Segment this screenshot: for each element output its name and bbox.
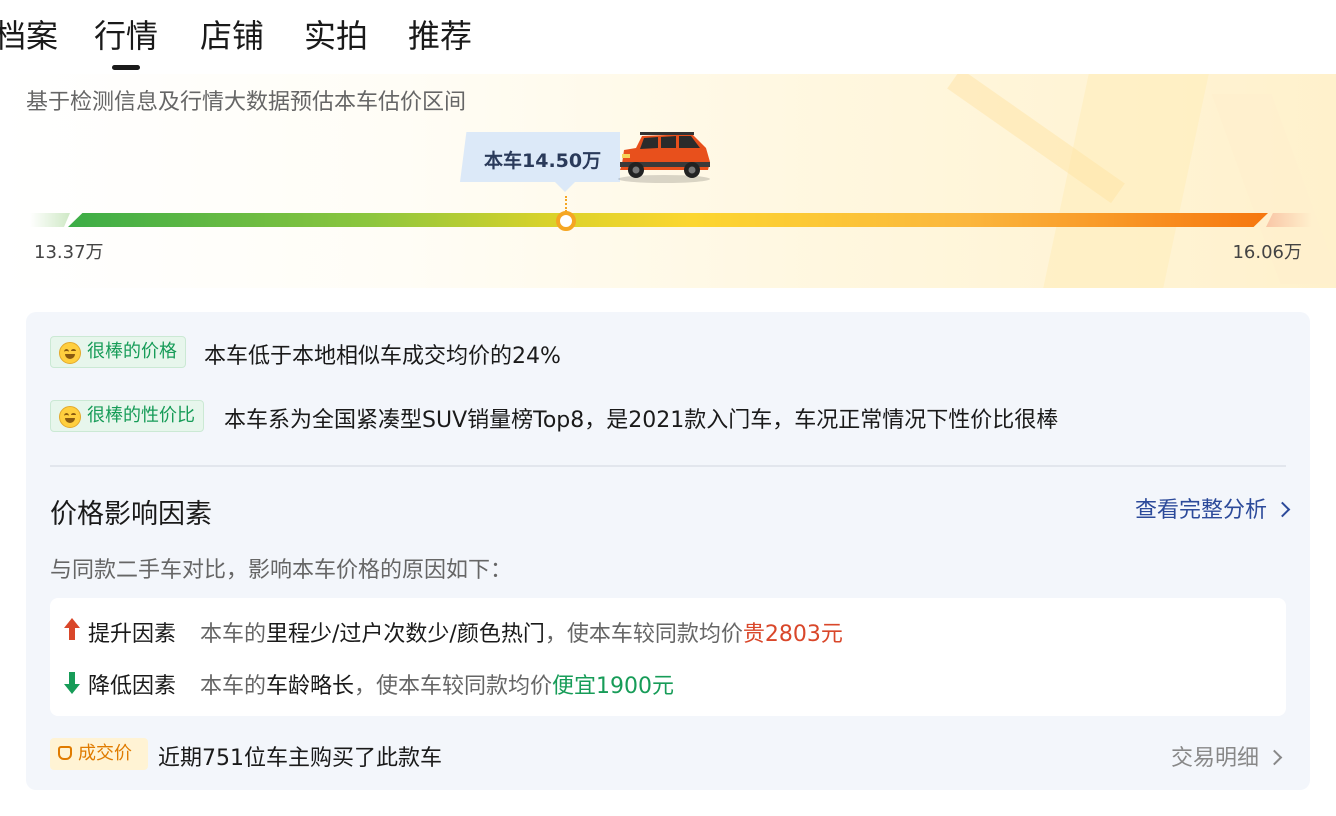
chevron-right-icon	[1266, 749, 1283, 766]
factor-middle: ，使本车较同款均价	[544, 622, 743, 647]
range-min-price: 13.37万	[34, 242, 104, 263]
smile-emoji-icon	[59, 342, 81, 364]
background-decoration	[1043, 74, 1209, 288]
tab-archive[interactable]: 档案	[0, 16, 58, 56]
chevron-right-icon	[1274, 501, 1291, 518]
factor-prefix: 本车的	[200, 622, 267, 647]
range-max-price: 16.06万	[1232, 242, 1302, 263]
factor-items: 里程少/过户次数少/颜色热门	[266, 622, 545, 647]
view-full-analysis-link[interactable]: 查看完整分析	[1134, 492, 1291, 524]
rating-badge-label: 很棒的价格	[87, 341, 177, 362]
tab-bar: 档案 行情 店铺 实拍 推荐	[0, 12, 1336, 72]
bubble-tail	[555, 182, 575, 192]
price-analysis-card: 很棒的价格 本车低于本地相似车成交均价的24% 很棒的性价比 本车系为全国紧凑型…	[26, 312, 1310, 790]
view-full-analysis-label: 查看完整分析	[1134, 498, 1267, 523]
factor-middle: ，使本车较同款均价	[354, 674, 553, 699]
factor-result: 便宜1900元	[552, 674, 675, 699]
factor-up-desc: 本车的里程少/过户次数少/颜色热门，使本车较同款均价贵2803元	[200, 616, 843, 648]
section-title: 价格影响因素	[50, 499, 212, 530]
tab-market[interactable]: 行情	[94, 16, 158, 70]
factors-box: 提升因素 本车的里程少/过户次数少/颜色热门，使本车较同款均价贵2803元 降低…	[50, 598, 1286, 716]
deal-detail-link[interactable]: 交易明细	[1170, 740, 1283, 772]
factor-items: 车龄略长	[266, 674, 355, 699]
deal-summary: 近期751位车主购买了此款车	[158, 746, 442, 771]
arrow-down-icon	[64, 670, 80, 694]
factor-down-desc: 本车的车龄略长，使本车较同款均价便宜1900元	[200, 668, 674, 700]
tab-photos[interactable]: 实拍	[304, 16, 368, 56]
price-range-panel: 基于检测信息及行情大数据预估本车估价区间 本车14.50万 13.37万 16.…	[0, 74, 1336, 288]
section-subtitle: 与同款二手车对比，影响本车价格的原因如下：	[50, 558, 513, 583]
rating-text: 本车系为全国紧凑型SUV销量榜Top8，是2021款入门车，车况正常情况下性价比…	[224, 408, 1059, 433]
rating-text: 本车低于本地相似车成交均价的24%	[204, 344, 561, 369]
factor-prefix: 本车的	[200, 674, 267, 699]
arrow-up-icon	[64, 618, 80, 642]
estimate-description: 基于检测信息及行情大数据预估本车估价区间	[26, 90, 467, 115]
tab-recommend[interactable]: 推荐	[408, 16, 472, 56]
deal-tag-icon	[58, 746, 72, 760]
factor-down-label: 降低因素	[88, 674, 177, 699]
price-marker-dot	[556, 211, 576, 231]
rating-badge-label: 很棒的性价比	[87, 405, 195, 426]
deal-detail-label: 交易明细	[1170, 746, 1259, 771]
rating-badge: 很棒的性价比	[50, 400, 204, 432]
current-price-label: 本车14.50万	[484, 150, 602, 172]
price-range-bar	[30, 213, 1312, 227]
tab-store[interactable]: 店铺	[200, 16, 264, 56]
divider	[50, 465, 1286, 467]
car-image	[618, 132, 710, 183]
factor-up-label: 提升因素	[88, 622, 177, 647]
smile-emoji-icon	[59, 406, 81, 428]
factor-result: 贵2803元	[742, 622, 843, 647]
rating-badge: 很棒的价格	[50, 336, 186, 368]
deal-price-badge: 成交价	[50, 738, 148, 770]
price-marker-line	[565, 196, 567, 212]
deal-badge-label: 成交价	[78, 743, 132, 764]
